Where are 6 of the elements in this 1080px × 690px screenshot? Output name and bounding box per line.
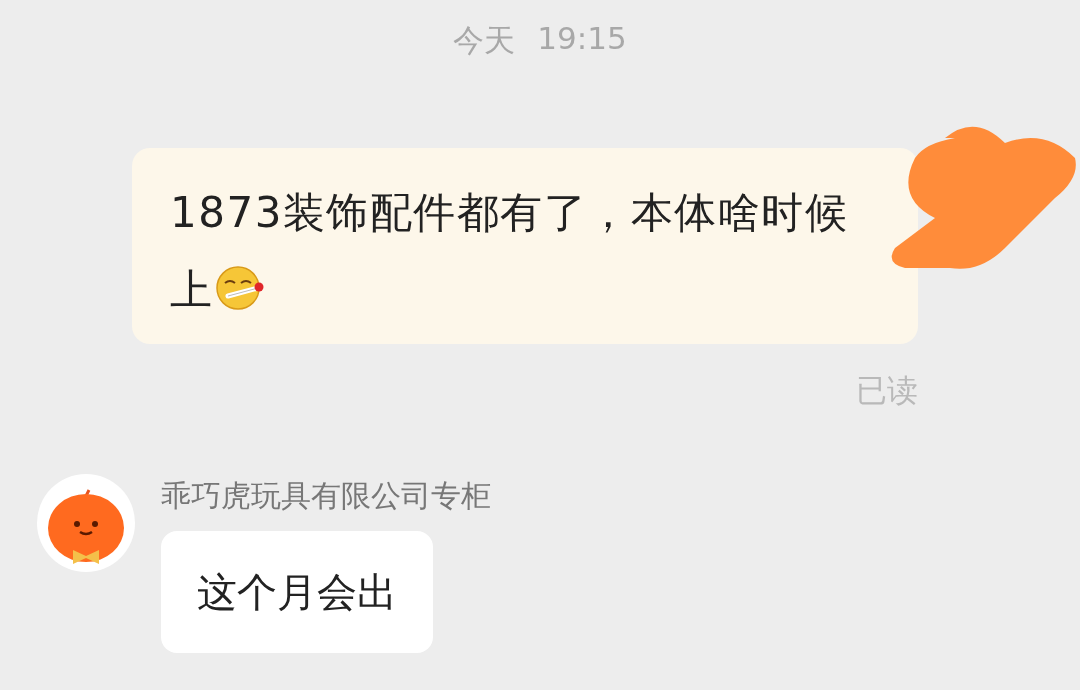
avatar-icon[interactable] [37, 474, 135, 572]
sender-name: 乖巧虎玩具有限公司专柜 [161, 477, 491, 515]
message-bubble: 这个月会出 [161, 531, 433, 653]
message-bubble: 1873装饰配件都有了，本体啥时候上 [132, 148, 918, 344]
date-label: 今天 [453, 21, 516, 60]
time-label: 19:15 [537, 20, 627, 58]
